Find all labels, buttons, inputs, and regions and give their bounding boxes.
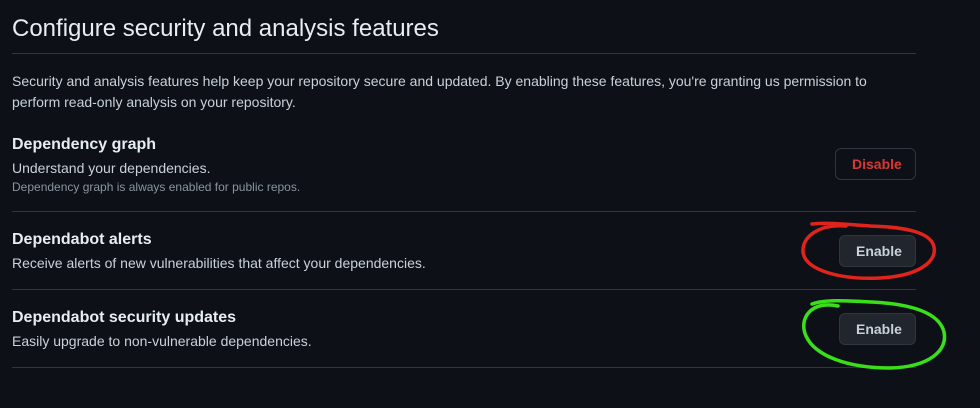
feature-name: Dependency graph xyxy=(12,136,157,153)
security-settings-page: Configure security and analysis features… xyxy=(0,0,980,408)
feature-note: Dependency graph is always enabled for p… xyxy=(12,180,301,194)
settings-content: Configure security and analysis features… xyxy=(12,0,916,368)
feature-name: Dependabot security updates xyxy=(12,309,237,326)
intro-text: Security and analysis features help keep… xyxy=(12,73,867,110)
page-title: Configure security and analysis features xyxy=(12,0,916,54)
feature-description: Easily upgrade to non-vulnerable depende… xyxy=(12,333,312,349)
feature-dependabot-alerts: Dependabot alerts Receive alerts of new … xyxy=(12,212,916,290)
enable-dependabot-security-updates-button[interactable]: Enable xyxy=(839,313,916,345)
disable-dependency-graph-button[interactable]: Disable xyxy=(835,148,916,180)
enable-dependabot-alerts-button[interactable]: Enable xyxy=(839,235,916,267)
feature-description: Receive alerts of new vulnerabilities th… xyxy=(12,255,426,271)
feature-description: Understand your dependencies. xyxy=(12,160,211,176)
feature-name: Dependabot alerts xyxy=(12,231,152,248)
feature-dependency-graph: Dependency graph Understand your depende… xyxy=(12,132,916,212)
feature-dependabot-security-updates: Dependabot security updates Easily upgra… xyxy=(12,290,916,368)
